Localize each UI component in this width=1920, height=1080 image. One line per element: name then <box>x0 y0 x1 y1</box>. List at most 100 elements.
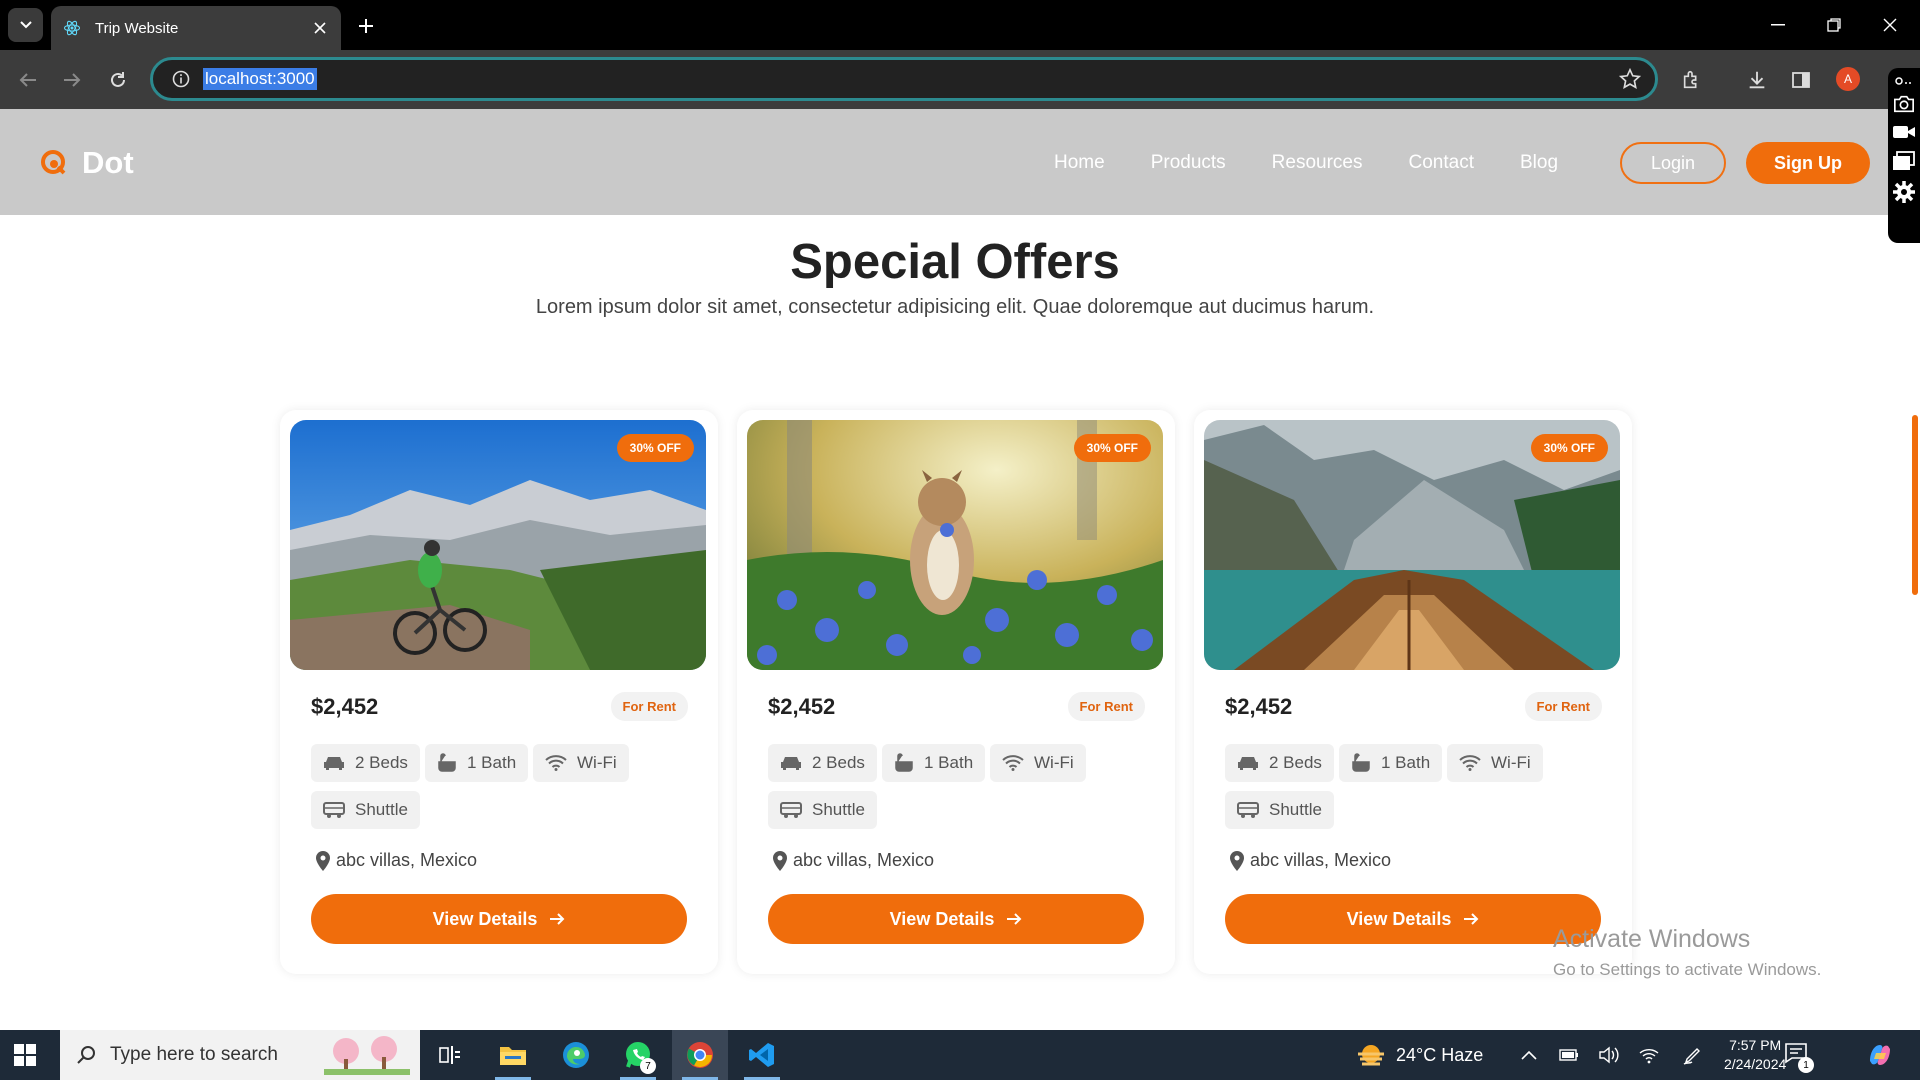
amenity-label: Wi-Fi <box>1491 753 1531 772</box>
nav-home[interactable]: Home <box>1054 152 1105 174</box>
windows-icon[interactable] <box>1892 150 1916 172</box>
close-icon <box>1883 18 1897 32</box>
wifi-icon <box>545 755 567 771</box>
extensions-icon[interactable] <box>1676 64 1708 96</box>
site-info-icon[interactable] <box>159 60 203 98</box>
gear-icon[interactable] <box>1892 180 1916 204</box>
task-view-icon <box>439 1046 460 1064</box>
pen-icon[interactable] <box>1682 1044 1704 1066</box>
tab-search-button[interactable] <box>8 8 43 42</box>
amenity-label: Shuttle <box>355 800 408 819</box>
page-scrollbar[interactable] <box>1912 415 1918 595</box>
system-clock[interactable]: 7:57 PM 2/24/2024 <box>1724 1036 1786 1074</box>
forward-button[interactable] <box>56 64 88 96</box>
battery-icon[interactable] <box>1558 1044 1580 1066</box>
amenity-label: Wi-Fi <box>577 753 617 772</box>
logo-icon <box>41 150 66 175</box>
amenity-label: Shuttle <box>1269 800 1322 819</box>
start-button[interactable] <box>14 1044 36 1071</box>
chevron-down-icon <box>19 21 32 29</box>
taskbar-edge[interactable] <box>548 1030 604 1080</box>
nav-contact[interactable]: Contact <box>1409 152 1474 174</box>
main-nav: Home Products Resources Contact Blog <box>1054 152 1558 174</box>
video-camera-icon[interactable] <box>1892 122 1916 142</box>
arrow-right-icon <box>64 73 81 87</box>
url-text[interactable]: localhost:3000 <box>203 68 317 90</box>
volume-icon[interactable] <box>1598 1044 1620 1066</box>
amenity-shuttle: Shuttle <box>1225 791 1334 829</box>
offer-card: 30% OFF $2,452 For Rent 2 Beds 1 Bath Wi… <box>737 410 1175 974</box>
wifi-icon <box>1002 755 1024 771</box>
amenity-wifi: Wi-Fi <box>1447 744 1543 782</box>
watermark-subtitle: Go to Settings to activate Windows. <box>1553 960 1822 979</box>
signup-button[interactable]: Sign Up <box>1746 142 1870 184</box>
close-window-button[interactable] <box>1862 0 1918 50</box>
watermark-title: Activate Windows <box>1553 925 1751 953</box>
side-panel-icon[interactable] <box>1785 64 1817 96</box>
weather-widget[interactable]: 24°C Haze <box>1356 1042 1483 1068</box>
react-icon <box>63 18 83 38</box>
close-tab-icon[interactable] <box>311 19 329 37</box>
nav-blog[interactable]: Blog <box>1520 152 1558 174</box>
section-title: Special Offers <box>790 235 1120 289</box>
restore-icon <box>1827 18 1841 32</box>
taskbar-chrome[interactable] <box>672 1030 728 1080</box>
minimize-button[interactable] <box>1750 0 1806 50</box>
address-bar[interactable]: localhost:3000 <box>150 57 1658 101</box>
amenity-wifi: Wi-Fi <box>990 744 1086 782</box>
bookmark-star-icon[interactable] <box>1618 67 1642 95</box>
back-button[interactable] <box>12 64 44 96</box>
download-icon[interactable] <box>1741 64 1773 96</box>
car-icon <box>1238 757 1258 770</box>
folder-icon <box>500 1047 526 1065</box>
view-details-button[interactable]: View Details <box>311 894 687 944</box>
taskbar-search[interactable]: Type here to search <box>60 1030 420 1080</box>
offer-card: 30% OFF $2,452 For Rent 2 Beds 1 Bath Wi… <box>1194 410 1632 974</box>
offer-card: 30% OFF $2,452 For Rent 2 Beds 1 Bath Wi… <box>280 410 718 974</box>
amenity-label: 1 Bath <box>924 753 974 772</box>
camera-icon[interactable] <box>1893 94 1915 114</box>
browser-tab[interactable]: Trip Website <box>51 6 341 50</box>
view-details-button[interactable]: View Details <box>1225 894 1601 944</box>
arrow-left-icon <box>19 73 36 87</box>
taskbar-vscode[interactable] <box>734 1030 790 1080</box>
taskbar-file-explorer[interactable] <box>485 1030 541 1080</box>
reload-icon <box>111 72 125 87</box>
restore-button[interactable] <box>1806 0 1862 50</box>
amenity-shuttle: Shuttle <box>768 791 877 829</box>
nav-resources[interactable]: Resources <box>1272 152 1363 174</box>
for-rent-tag: For Rent <box>1067 692 1145 721</box>
offer-price: $2,452 <box>1225 694 1293 719</box>
site-logo[interactable]: Dot <box>40 145 134 181</box>
login-button[interactable]: Login <box>1620 142 1726 184</box>
copilot-button[interactable] <box>1852 1030 1908 1080</box>
task-view-button[interactable] <box>422 1030 478 1080</box>
bath-icon <box>438 753 456 772</box>
pin-icon[interactable] <box>1894 72 1914 86</box>
notification-center-button[interactable]: 1 <box>1784 1042 1814 1073</box>
arrow-right-icon <box>1007 913 1022 925</box>
bath-icon <box>895 753 913 772</box>
browser-title-bar: Trip Website <box>0 0 1920 50</box>
location-text: abc villas, Mexico <box>1250 850 1392 870</box>
network-icon[interactable] <box>1638 1044 1660 1066</box>
cherry-blossom-icon <box>324 1036 410 1075</box>
minimize-icon <box>1771 24 1785 26</box>
wifi-icon <box>1459 755 1481 771</box>
offer-photo-boat-lake: 30% OFF <box>1204 420 1620 670</box>
weather-haze-icon <box>1358 1045 1384 1066</box>
new-tab-button[interactable] <box>352 12 380 40</box>
chevron-up-icon[interactable] <box>1518 1044 1540 1066</box>
amenity-shuttle: Shuttle <box>311 791 420 829</box>
taskbar-whatsapp[interactable]: 7 <box>610 1030 666 1080</box>
map-pin-icon <box>1230 850 1244 871</box>
amenity-label: 1 Bath <box>467 753 517 772</box>
nav-products[interactable]: Products <box>1151 152 1226 174</box>
car-icon <box>324 757 344 770</box>
view-details-button[interactable]: View Details <box>768 894 1144 944</box>
bus-icon <box>780 802 802 818</box>
profile-avatar[interactable]: A <box>1836 67 1860 91</box>
reload-button[interactable] <box>102 64 134 96</box>
button-label: View Details <box>432 908 538 929</box>
extension-side-strip <box>1888 68 1920 243</box>
